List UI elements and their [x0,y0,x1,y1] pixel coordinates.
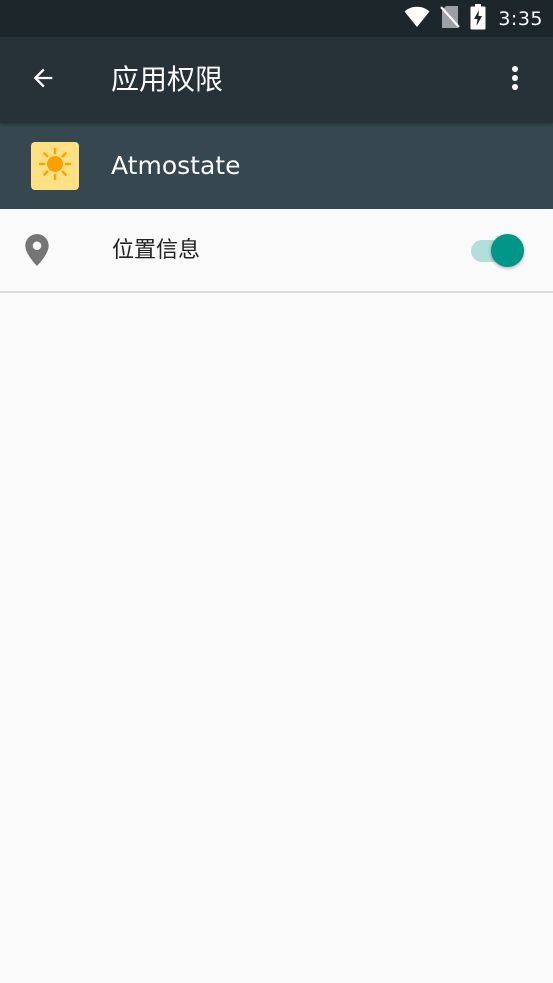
app-header: Atmostate [0,123,553,209]
app-bar: 应用权限 [0,37,553,123]
permission-row-location[interactable]: 位置信息 [0,209,553,292]
more-vert-icon [511,65,519,95]
toggle-thumb [491,234,524,267]
location-permission-toggle[interactable] [471,234,525,268]
sun-icon [38,147,72,185]
status-time: 3:35 [498,7,543,30]
overflow-menu-button[interactable] [495,60,535,100]
app-icon [31,142,79,190]
status-icons: 3:35 [404,0,543,37]
arrow-back-icon [29,64,57,96]
divider [0,291,553,293]
battery-charging-icon [470,3,486,34]
permission-label: 位置信息 [112,238,201,263]
location-pin-icon [24,233,50,267]
app-name: Atmostate [111,151,241,180]
page-title: 应用权限 [111,63,224,96]
status-bar: 3:35 [0,0,553,37]
no-sim-icon [440,5,461,33]
wifi-icon [404,6,430,32]
back-button[interactable] [23,60,63,100]
